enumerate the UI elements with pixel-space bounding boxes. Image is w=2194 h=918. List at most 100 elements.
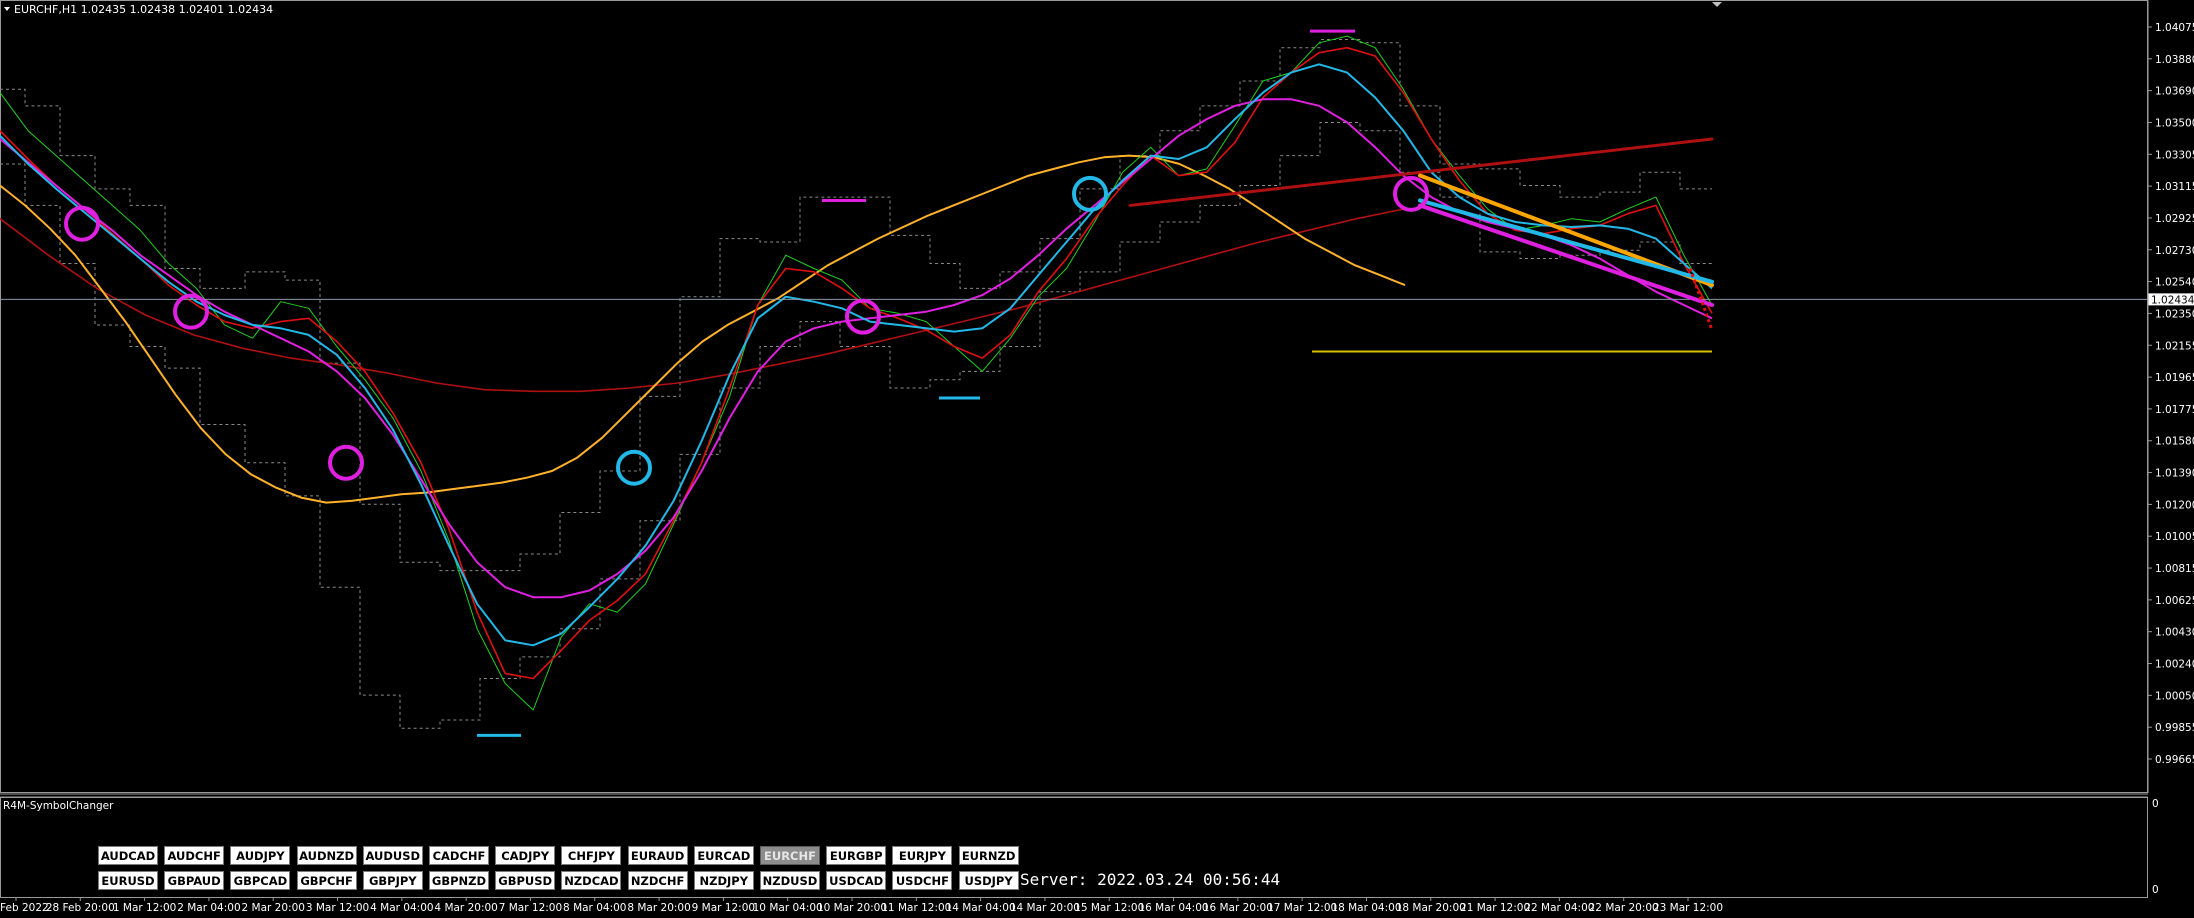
- ma-cyan-line: [0, 63, 1713, 647]
- symbol-button-euraud[interactable]: EURAUD: [627, 846, 688, 865]
- symbol-button-nzdusd[interactable]: NZDUSD: [760, 871, 820, 890]
- symbol-button-audusd[interactable]: AUDUSD: [362, 846, 423, 865]
- price-tick-label: 0.99665: [2155, 754, 2194, 766]
- symbol-button-usdcad[interactable]: USDCAD: [826, 871, 887, 890]
- symbol-button-usdchf[interactable]: USDCHF: [892, 871, 953, 890]
- symbol-button-chfjpy[interactable]: CHFJPY: [561, 846, 622, 865]
- symbol-button-eurchf[interactable]: EURCHF: [760, 846, 820, 865]
- price-tick-label: 1.01200: [2155, 499, 2194, 511]
- symbol-button-eurnzd[interactable]: EURNZD: [958, 846, 1019, 865]
- fast-ma-line: [0, 46, 1713, 680]
- price-tick-label: 1.03500: [2155, 117, 2194, 129]
- price-tick-label: 1.00240: [2155, 659, 2194, 671]
- current-price-tag-label: 1.02434: [2151, 294, 2194, 306]
- price-tick-label: 1.02925: [2155, 213, 2194, 225]
- time-tick-label: 14 Mar 04:00: [946, 902, 1016, 914]
- symbol-button-gbpnzd[interactable]: GBPNZD: [429, 871, 489, 890]
- time-tick-label: 10 Mar 20:00: [817, 902, 887, 914]
- time-tick-label: 4 Mar 04:00: [370, 902, 433, 914]
- price-tick-label: 1.02350: [2155, 308, 2194, 320]
- time-tick-label: 2 Mar 04:00: [177, 902, 240, 914]
- time-tick-label: 17 Mar 12:00: [1267, 902, 1337, 914]
- symbol-button-audcad[interactable]: AUDCAD: [98, 846, 158, 865]
- price-tick-label: 1.03115: [2155, 181, 2194, 193]
- price-tick-label: 1.02155: [2155, 340, 2194, 352]
- resistance-step-line: [0, 38, 1712, 572]
- price-tick-label: 1.01580: [2155, 436, 2194, 448]
- symbol-button-cadchf[interactable]: CADCHF: [429, 846, 489, 865]
- signal-circle-marker: [1072, 175, 1108, 212]
- indicator-panel-title: R4M-SymbolChanger: [3, 800, 114, 812]
- panel-scale-top: 0: [2152, 798, 2159, 810]
- time-tick-label: 9 Mar 12:00: [692, 902, 755, 914]
- price-tick-label: 1.00050: [2155, 690, 2194, 702]
- symbol-button-nzdchf[interactable]: NZDCHF: [627, 871, 688, 890]
- series-layer: [0, 35, 1713, 711]
- time-tick-label: 8 Mar 04:00: [563, 902, 626, 914]
- price-tick-label: 0.99855: [2155, 722, 2194, 734]
- symbol-button-gbpaud[interactable]: GBPAUD: [164, 871, 225, 890]
- time-tick-label: 22 Mar 04:00: [1524, 902, 1594, 914]
- price-tick-label: 1.03880: [2155, 54, 2194, 66]
- symbol-button-usdjpy[interactable]: USDJPY: [958, 871, 1019, 890]
- price-tick-label: 1.03690: [2155, 86, 2194, 98]
- chart-area[interactable]: 1.02434 1.04075 1.03880 1.03690 1.03500 1.03…: [0, 0, 2194, 918]
- cyan-trendline: [1418, 198, 1714, 284]
- symbol-button-audjpy[interactable]: AUDJPY: [230, 846, 291, 865]
- signal-circle-marker: [845, 298, 881, 335]
- time-tick-label: 28 Feb 20:00: [46, 902, 115, 914]
- overlay-layer: 1.02434: [0, 29, 2194, 737]
- price-chart[interactable]: 1.02434 1.04075 1.03880 1.03690 1.03500 1.03…: [0, 0, 2194, 918]
- darkred-trendline: [1128, 137, 1714, 207]
- signal-circle-marker: [616, 449, 652, 486]
- chart-title: EURCHF,H1 1.02435 1.02438 1.02401 1.0243…: [14, 3, 273, 16]
- price-tick-label: 1.03305: [2155, 149, 2194, 161]
- symbol-button-eurusd[interactable]: EURUSD: [98, 871, 158, 890]
- time-axis: 28 Feb 202228 Feb 20:001 Mar 12:002 Mar …: [0, 897, 1723, 914]
- support-step-line: [0, 121, 1712, 729]
- symbol-button-cadjpy[interactable]: CADJPY: [495, 846, 556, 865]
- time-tick-label: 11 Mar 12:00: [881, 902, 951, 914]
- symbol-button-nzdcad[interactable]: NZDCAD: [561, 871, 622, 890]
- time-tick-label: 21 Mar 12:00: [1460, 902, 1530, 914]
- symbol-button-eurjpy[interactable]: EURJPY: [892, 846, 953, 865]
- time-tick-label: 10 Mar 04:00: [753, 902, 823, 914]
- price-axis: 1.04075 1.03880 1.03690 1.03500 1.03305 1.031…: [2147, 0, 2194, 793]
- price-tick-label: 1.02540: [2155, 277, 2194, 289]
- symbol-button-gbpjpy[interactable]: GBPJPY: [362, 871, 423, 890]
- time-tick-label: 22 Mar 20:00: [1589, 902, 1659, 914]
- time-tick-label: 28 Feb 2022: [0, 902, 49, 914]
- chart-menu-icon[interactable]: [4, 7, 10, 11]
- price-tick-label: 1.00430: [2155, 627, 2194, 639]
- sr-step-levels: [0, 38, 1712, 729]
- price-line: [0, 35, 1713, 711]
- time-tick-label: 3 Mar 12:00: [306, 902, 369, 914]
- price-tick-label: 1.01005: [2155, 531, 2194, 543]
- time-tick-label: 7 Mar 12:00: [499, 902, 562, 914]
- signal-circle-marker: [64, 205, 100, 242]
- symbol-button-audnzd[interactable]: AUDNZD: [296, 846, 357, 865]
- time-tick-label: 18 Mar 20:00: [1396, 902, 1466, 914]
- ma-orange-line: [0, 154, 1406, 504]
- symbol-button-nzdjpy[interactable]: NZDJPY: [693, 871, 754, 890]
- ma-darkred-line: [0, 208, 1406, 393]
- time-tick-label: 15 Mar 12:00: [1074, 902, 1144, 914]
- chart-shift-icon[interactable]: [1712, 2, 1722, 7]
- symbol-button-gbpusd[interactable]: GBPUSD: [495, 871, 556, 890]
- time-tick-label: 23 Mar 12:00: [1653, 902, 1723, 914]
- time-tick-label: 4 Mar 20:00: [434, 902, 497, 914]
- price-tick-label: 1.02730: [2155, 245, 2194, 257]
- symbol-button-eurcad[interactable]: EURCAD: [693, 846, 754, 865]
- price-tick-label: 1.01775: [2155, 404, 2194, 416]
- time-tick-label: 18 Mar 04:00: [1331, 902, 1401, 914]
- symbol-button-audchf[interactable]: AUDCHF: [164, 846, 225, 865]
- price-tick-label: 1.00625: [2155, 595, 2194, 607]
- time-tick-label: 1 Mar 12:00: [113, 902, 176, 914]
- symbol-button-gbpchf[interactable]: GBPCHF: [296, 871, 357, 890]
- price-tick-label: 1.04075: [2155, 22, 2194, 34]
- price-tick-label: 1.00815: [2155, 563, 2194, 575]
- symbol-button-gbpcad[interactable]: GBPCAD: [230, 871, 291, 890]
- time-tick-label: 16 Mar 04:00: [1138, 902, 1208, 914]
- symbol-button-eurgbp[interactable]: EURGBP: [826, 846, 887, 865]
- time-tick-label: 16 Mar 20:00: [1203, 902, 1273, 914]
